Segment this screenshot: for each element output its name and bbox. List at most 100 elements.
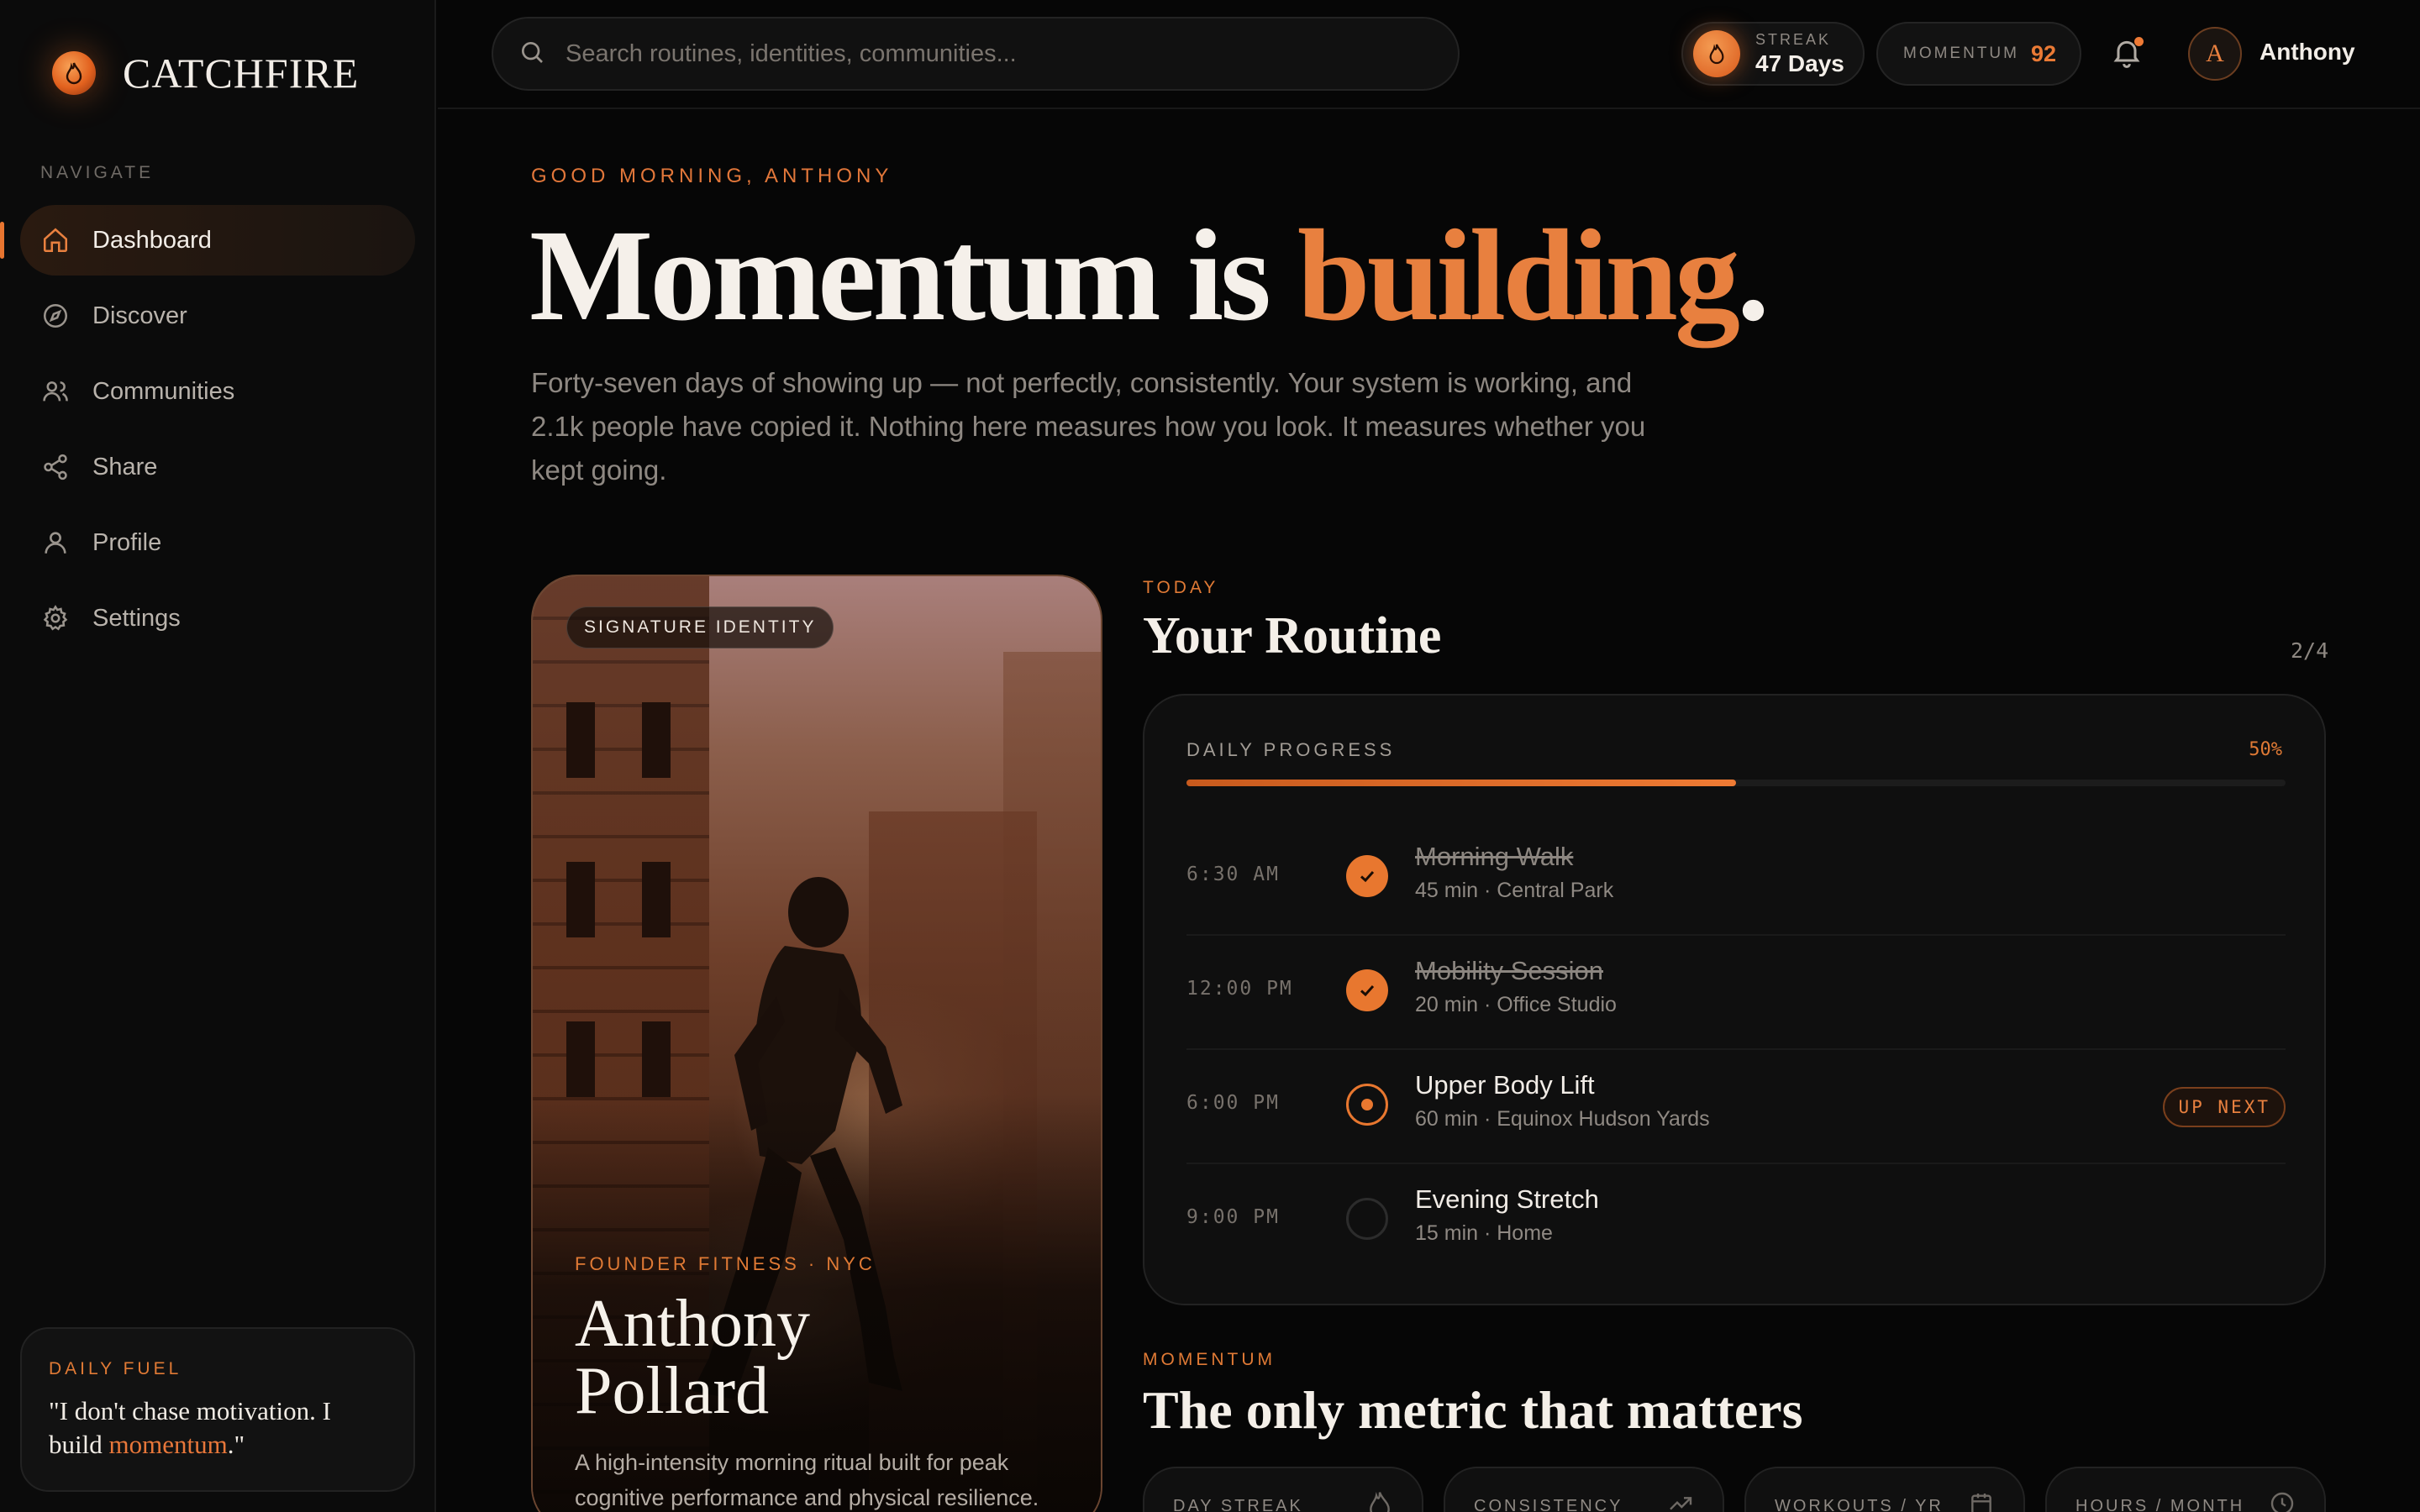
- window-shape: [566, 702, 595, 778]
- sidebar-item-label: Share: [92, 453, 158, 480]
- task-detail: 60 min · Equinox Hudson Yards: [1415, 1107, 1710, 1131]
- headline-accent: building: [1297, 202, 1740, 348]
- sidebar-item-dashboard[interactable]: Dashboard: [0, 205, 415, 276]
- sidebar-item-label: Dashboard: [92, 226, 212, 254]
- task-title: Evening Stretch: [1415, 1184, 1599, 1214]
- stat-card-consistency[interactable]: CONSISTENCY: [1444, 1467, 1724, 1512]
- task-detail: 20 min · Office Studio: [1415, 993, 1617, 1016]
- headline-end: .: [1736, 202, 1770, 348]
- task-row[interactable]: 6:30 AM Morning Walk 45 min · Central Pa…: [1186, 822, 2286, 936]
- momentum-section-caption: MOMENTUM: [1143, 1350, 1276, 1369]
- stat-label: HOURS / MONTH: [2075, 1497, 2245, 1512]
- task-title: Mobility Session: [1415, 956, 1603, 985]
- identity-name: Anthony Pollard: [575, 1290, 1045, 1425]
- check-icon: [1360, 870, 1375, 883]
- sidebar-item-label: Discover: [92, 302, 187, 329]
- streak-pill[interactable]: STREAK 47 Days: [1681, 22, 1865, 86]
- nav-caption: NAVIGATE: [40, 163, 155, 182]
- signature-identity-card[interactable]: SIGNATURE IDENTITY FOUNDER FITNESS · NYC…: [531, 575, 1102, 1512]
- user-icon: [40, 528, 71, 558]
- progress-value: 50%: [2249, 739, 2282, 760]
- task-time: 6:30 AM: [1186, 864, 1280, 885]
- top-bar: STREAK 47 Days MOMENTUM 92 A Anthony: [438, 0, 2420, 109]
- task-time: 12:00 PM: [1186, 978, 1293, 1000]
- bell-icon: [2110, 40, 2144, 72]
- sidebar: CATCHFIRE NAVIGATE Dashboard Discover Co…: [0, 0, 436, 1512]
- headline-start: Momentum is: [529, 202, 1297, 348]
- compass-icon: [40, 301, 71, 331]
- momentum-pill[interactable]: MOMENTUM 92: [1876, 22, 2081, 86]
- task-time: 9:00 PM: [1186, 1206, 1280, 1228]
- task-title: Upper Body Lift: [1415, 1070, 1595, 1100]
- brand-logo[interactable]: CATCHFIRE: [52, 49, 359, 97]
- sidebar-item-share[interactable]: Share: [20, 432, 415, 502]
- streak-caption: STREAK: [1755, 30, 1832, 48]
- task-row[interactable]: 12:00 PM Mobility Session 20 min · Offic…: [1186, 936, 2286, 1050]
- task-time: 6:00 PM: [1186, 1092, 1280, 1114]
- identity-description: A high-intensity morning ritual built fo…: [575, 1450, 1039, 1510]
- search-bar[interactable]: [492, 17, 1460, 91]
- task-checkbox[interactable]: [1346, 1198, 1388, 1240]
- trend-up-icon: [1670, 1497, 1692, 1510]
- sidebar-nav: Dashboard Discover Communities Share Pro…: [0, 205, 415, 659]
- window-shape: [566, 862, 595, 937]
- quote-text-end: .": [227, 1430, 245, 1459]
- sidebar-item-label: Communities: [92, 377, 235, 405]
- user-name[interactable]: Anthony: [2260, 39, 2355, 66]
- sidebar-item-settings[interactable]: Settings: [20, 583, 415, 654]
- sidebar-item-label: Settings: [92, 604, 181, 632]
- search-input[interactable]: [566, 39, 1406, 68]
- stat-label: WORKOUTS / YR: [1775, 1497, 1944, 1512]
- window-shape: [642, 702, 671, 778]
- stat-label: CONSISTENCY: [1474, 1497, 1623, 1512]
- check-icon: [1360, 984, 1375, 997]
- clock-icon: [2270, 1492, 2294, 1512]
- task-checkbox[interactable]: [1346, 969, 1388, 1011]
- identity-name-first: Anthony: [575, 1287, 810, 1361]
- signature-badge: SIGNATURE IDENTITY: [566, 606, 834, 648]
- stat-label: DAY STREAK: [1173, 1497, 1303, 1512]
- sidebar-item-profile[interactable]: Profile: [20, 507, 415, 578]
- identity-category: FOUNDER FITNESS · NYC: [575, 1253, 876, 1274]
- daily-fuel-quote: "I don't chase motivation. I build momen…: [49, 1394, 387, 1462]
- gear-icon: [40, 603, 71, 633]
- daily-fuel-card: DAILY FUEL "I don't chase motivation. I …: [20, 1327, 415, 1492]
- up-next-badge: UP NEXT: [2163, 1087, 2286, 1127]
- hero-subtext: Forty-seven days of showing up — not per…: [531, 367, 1646, 486]
- stat-card-day-streak[interactable]: DAY STREAK: [1143, 1467, 1423, 1512]
- sidebar-item-communities[interactable]: Communities: [20, 356, 415, 427]
- notification-dot: [2134, 37, 2144, 46]
- stat-card-hours[interactable]: HOURS / MONTH: [2045, 1467, 2326, 1512]
- streak-value: 47 Days: [1755, 50, 1844, 76]
- notifications-button[interactable]: [2110, 35, 2149, 74]
- task-checkbox[interactable]: [1346, 1084, 1388, 1126]
- routine-count: 2/4: [2291, 638, 2329, 663]
- brand-name: CATCHFIRE: [123, 50, 360, 97]
- progress-bar: [1186, 780, 2286, 786]
- home-icon: [40, 225, 71, 255]
- share-icon: [40, 452, 71, 482]
- search-icon: [518, 39, 545, 70]
- avatar[interactable]: A: [2188, 27, 2242, 81]
- identity-name-last: Pollard: [575, 1354, 770, 1428]
- flame-icon: [1693, 30, 1740, 77]
- greeting: GOOD MORNING, ANTHONY: [531, 165, 893, 187]
- window-shape: [566, 1021, 595, 1097]
- progress-fill: [1186, 780, 1736, 786]
- flame-icon: [52, 51, 96, 95]
- task-title: Morning Walk: [1415, 842, 1574, 871]
- progress-caption: DAILY PROGRESS: [1186, 739, 1396, 760]
- momentum-section-title: The only metric that matters: [1143, 1380, 1803, 1440]
- task-row[interactable]: 9:00 PM Evening Stretch 15 min · Home: [1186, 1164, 2286, 1278]
- routine-title: Your Routine: [1143, 607, 1442, 664]
- routine-card: DAILY PROGRESS 50% 6:30 AM Morning Walk …: [1143, 694, 2326, 1305]
- sidebar-item-discover[interactable]: Discover: [20, 281, 415, 351]
- task-checkbox[interactable]: [1346, 855, 1388, 897]
- stat-card-workouts[interactable]: WORKOUTS / YR: [1744, 1467, 2025, 1512]
- task-row[interactable]: 6:00 PM Upper Body Lift 60 min · Equinox…: [1186, 1050, 2286, 1164]
- calendar-icon: [1971, 1494, 1991, 1512]
- sidebar-item-label: Profile: [92, 528, 162, 556]
- task-detail: 45 min · Central Park: [1415, 879, 1614, 902]
- flame-icon: [1370, 1492, 1390, 1512]
- page-title: Momentum is building.: [529, 200, 1770, 351]
